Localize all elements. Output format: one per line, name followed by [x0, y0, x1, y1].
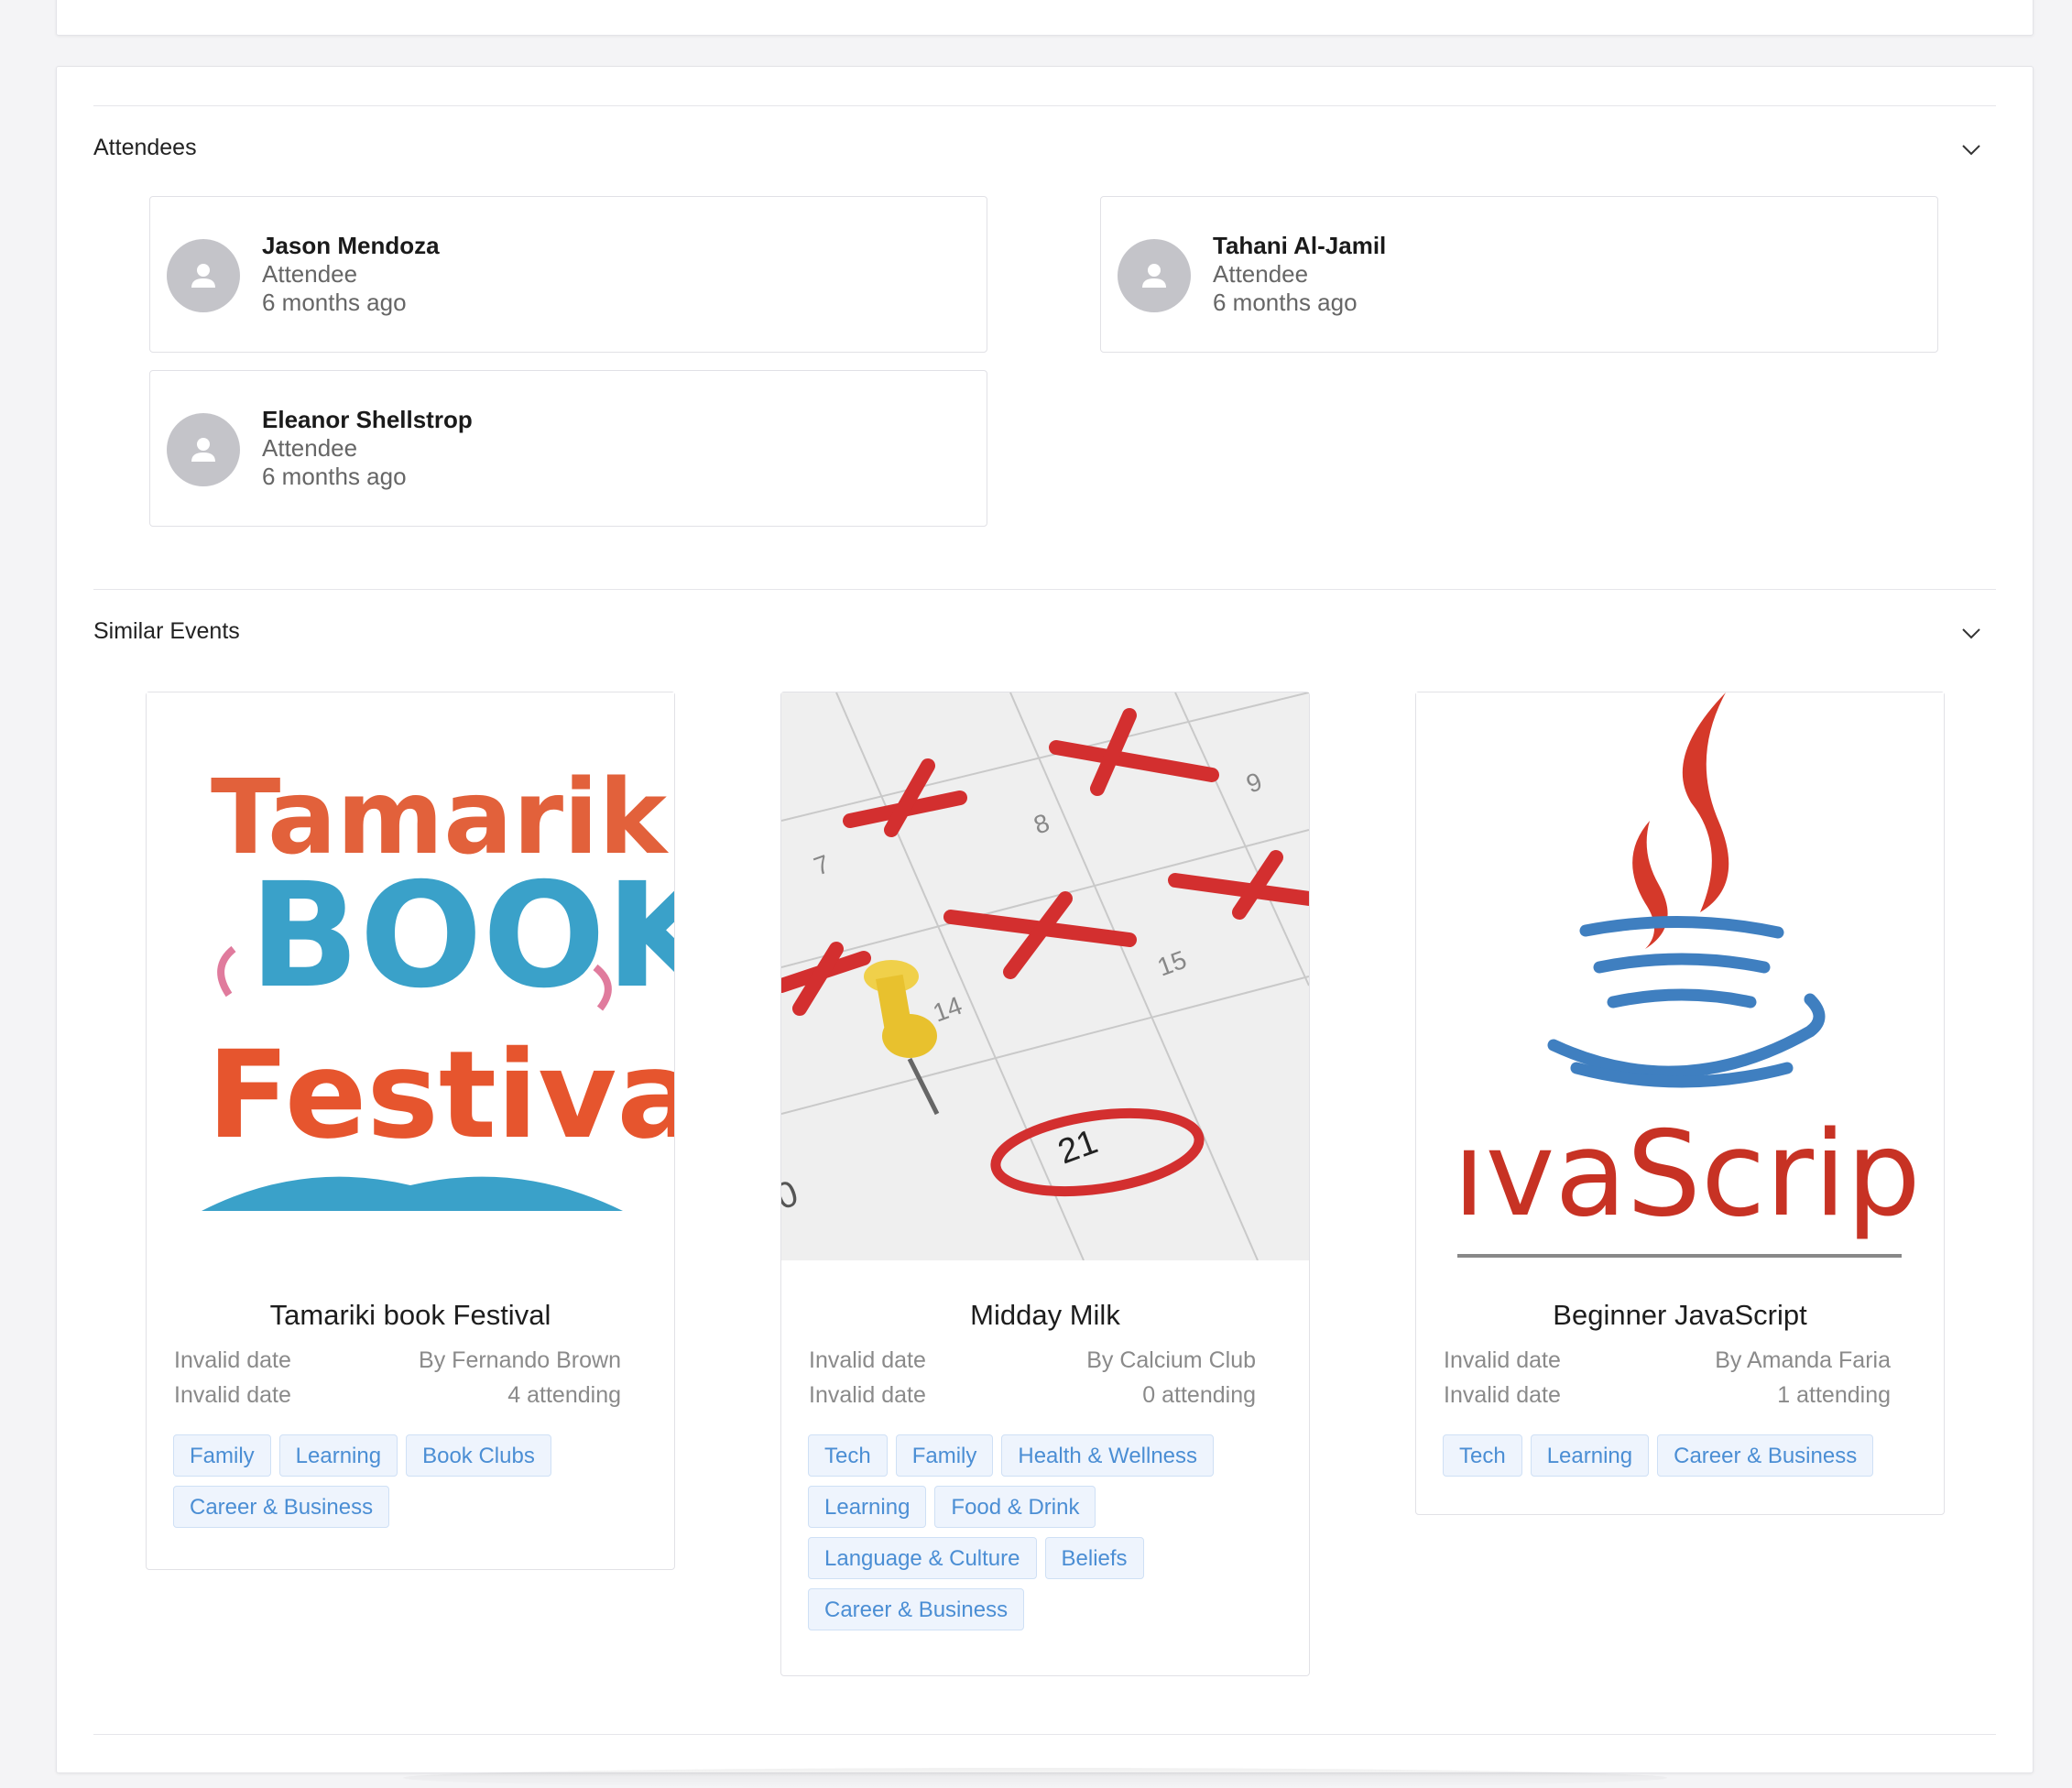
tag[interactable]: Family	[173, 1434, 271, 1477]
event-organizer: By Calcium Club	[1086, 1347, 1256, 1373]
tag[interactable]: Learning	[278, 1434, 398, 1477]
event-image[interactable]: Tamariki BOOK Festival	[147, 692, 674, 1260]
tag[interactable]: Family	[895, 1434, 994, 1477]
avatar	[167, 239, 240, 312]
attendee-card[interactable]: Jason Mendoza Attendee 6 months ago	[149, 196, 987, 353]
event-image[interactable]: ıvaScrip	[1416, 692, 1944, 1260]
event-attending-count: 4 attending	[507, 1382, 621, 1408]
tag[interactable]: Learning	[808, 1486, 927, 1528]
attendee-role: Attendee	[1213, 260, 1309, 288]
attendee-name[interactable]: Eleanor Shellstrop	[262, 406, 473, 434]
section-divider	[93, 589, 1996, 590]
chevron-down-icon[interactable]	[1958, 620, 1984, 646]
similar-events-section-title[interactable]: Similar Events	[93, 618, 240, 645]
attendee-role: Attendee	[262, 434, 358, 462]
attendee-time: 6 months ago	[1213, 289, 1358, 316]
event-attending-count: 1 attending	[1777, 1382, 1891, 1408]
event-organizer: By Fernando Brown	[419, 1347, 621, 1373]
top-card	[56, 0, 2034, 36]
user-icon	[191, 438, 215, 462]
attendee-name[interactable]: Tahani Al-Jamil	[1213, 232, 1386, 260]
tag-list: Tech Family Health & Wellness Learning F…	[808, 1434, 1293, 1630]
event-organizer: By Amanda Faria	[1715, 1347, 1891, 1373]
event-date: Invalid date	[174, 1347, 291, 1373]
event-date: Invalid date	[809, 1382, 926, 1408]
tag[interactable]: Language & Culture	[808, 1537, 1037, 1579]
event-date: Invalid date	[1444, 1382, 1561, 1408]
event-date: Invalid date	[174, 1382, 291, 1408]
event-title[interactable]: Tamariki book Festival	[147, 1299, 674, 1332]
svg-text:ıvaScrip: ıvaScrip	[1453, 1107, 1921, 1243]
tag-list: Tech Learning Career & Business	[1443, 1434, 1928, 1477]
tag[interactable]: Book Clubs	[406, 1434, 551, 1477]
tag[interactable]: Tech	[1443, 1434, 1522, 1477]
event-card[interactable]: ıvaScrip Beginner JavaScript Invalid dat…	[1415, 692, 1945, 1515]
java-logo-image: ıvaScrip	[1416, 692, 1944, 1260]
footer-shadow	[403, 1768, 1667, 1788]
tag[interactable]: Career & Business	[808, 1588, 1025, 1630]
event-date: Invalid date	[809, 1347, 926, 1373]
section-divider	[93, 105, 1996, 106]
chevron-down-icon[interactable]	[1958, 136, 1984, 162]
tag[interactable]: Learning	[1530, 1434, 1650, 1477]
attendee-card[interactable]: Eleanor Shellstrop Attendee 6 months ago	[149, 370, 987, 527]
tag[interactable]: Career & Business	[173, 1486, 390, 1528]
attendee-time: 6 months ago	[262, 289, 407, 316]
tag[interactable]: Tech	[808, 1434, 888, 1477]
tag[interactable]: Beliefs	[1044, 1537, 1144, 1579]
festival-logo-image: Tamariki BOOK Festival	[147, 692, 674, 1260]
attendee-card[interactable]: Tahani Al-Jamil Attendee 6 months ago	[1100, 196, 1938, 353]
attendees-section-title[interactable]: Attendees	[93, 135, 197, 161]
attendee-time: 6 months ago	[262, 463, 407, 490]
tag[interactable]: Food & Drink	[934, 1486, 1096, 1528]
event-title[interactable]: Beginner JavaScript	[1416, 1299, 1944, 1332]
event-title[interactable]: Midday Milk	[781, 1299, 1309, 1332]
avatar	[167, 413, 240, 486]
user-icon	[191, 264, 215, 288]
attendee-role: Attendee	[262, 260, 358, 288]
tag[interactable]: Health & Wellness	[1001, 1434, 1215, 1477]
event-attending-count: 0 attending	[1142, 1382, 1256, 1408]
attendee-name[interactable]: Jason Mendoza	[262, 232, 440, 260]
event-card[interactable]: 7 8 9 14 15 0 21 Midday Milk Invalid dat…	[780, 692, 1310, 1676]
tag-list: Family Learning Book Clubs Career & Busi…	[173, 1434, 659, 1528]
event-card[interactable]: Tamariki BOOK Festival Tamariki book Fes…	[146, 692, 675, 1570]
event-image[interactable]: 7 8 9 14 15 0 21	[781, 692, 1309, 1260]
svg-text:Festival: Festival	[207, 1025, 674, 1166]
section-divider	[93, 1734, 1996, 1735]
avatar	[1118, 239, 1191, 312]
user-icon	[1142, 264, 1166, 288]
event-date: Invalid date	[1444, 1347, 1561, 1373]
tag[interactable]: Career & Business	[1657, 1434, 1874, 1477]
event-details-card: Attendees Jason Mendoza Attendee 6 month…	[56, 66, 2034, 1773]
calendar-image: 7 8 9 14 15 0 21	[781, 692, 1309, 1260]
